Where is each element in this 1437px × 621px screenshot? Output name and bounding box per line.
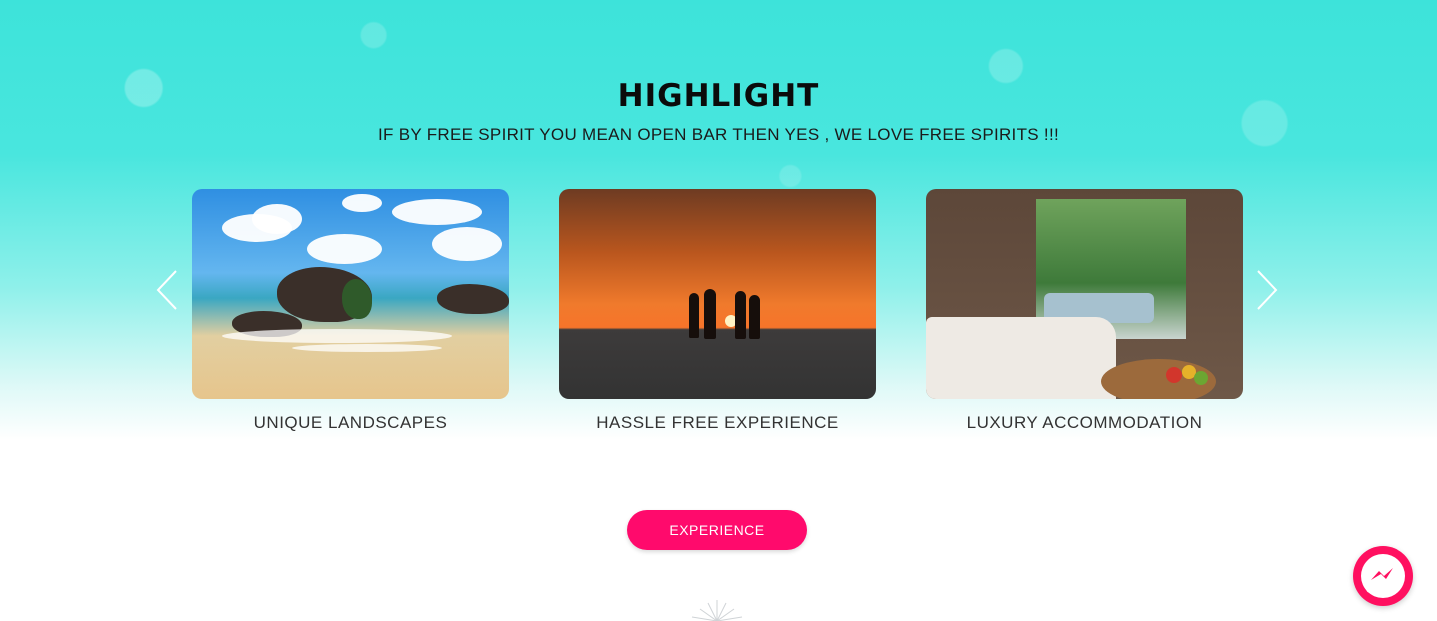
carousel-prev-button[interactable]	[152, 268, 182, 312]
messenger-icon	[1361, 554, 1405, 598]
section-subtitle: IF BY FREE SPIRIT YOU MEAN OPEN BAR THEN…	[378, 125, 1059, 144]
decorative-burst-icon	[691, 600, 743, 621]
carousel-item-caption: UNIQUE LANDSCAPES	[253, 413, 448, 432]
carousel-item-caption: LUXURY ACCOMMODATION	[966, 413, 1203, 432]
chevron-right-icon	[1257, 270, 1278, 310]
section-title: HIGHLIGHT	[617, 78, 820, 114]
experience-button[interactable]: EXPERIENCE	[627, 510, 807, 550]
messenger-chat-button[interactable]	[1353, 546, 1413, 606]
carousel-item[interactable]: LUXURY ACCOMMODATION	[926, 189, 1243, 433]
chevron-left-icon	[156, 270, 177, 310]
carousel-item[interactable]: UNIQUE LANDSCAPES	[192, 189, 509, 433]
carousel-next-button[interactable]	[1252, 268, 1282, 312]
beach-rocks-photo	[192, 189, 509, 399]
carousel-item[interactable]: HASSLE FREE EXPERIENCE	[559, 189, 876, 433]
hotel-room-photo	[926, 189, 1243, 399]
sunset-friends-photo	[559, 189, 876, 399]
carousel-item-caption: HASSLE FREE EXPERIENCE	[596, 413, 839, 432]
